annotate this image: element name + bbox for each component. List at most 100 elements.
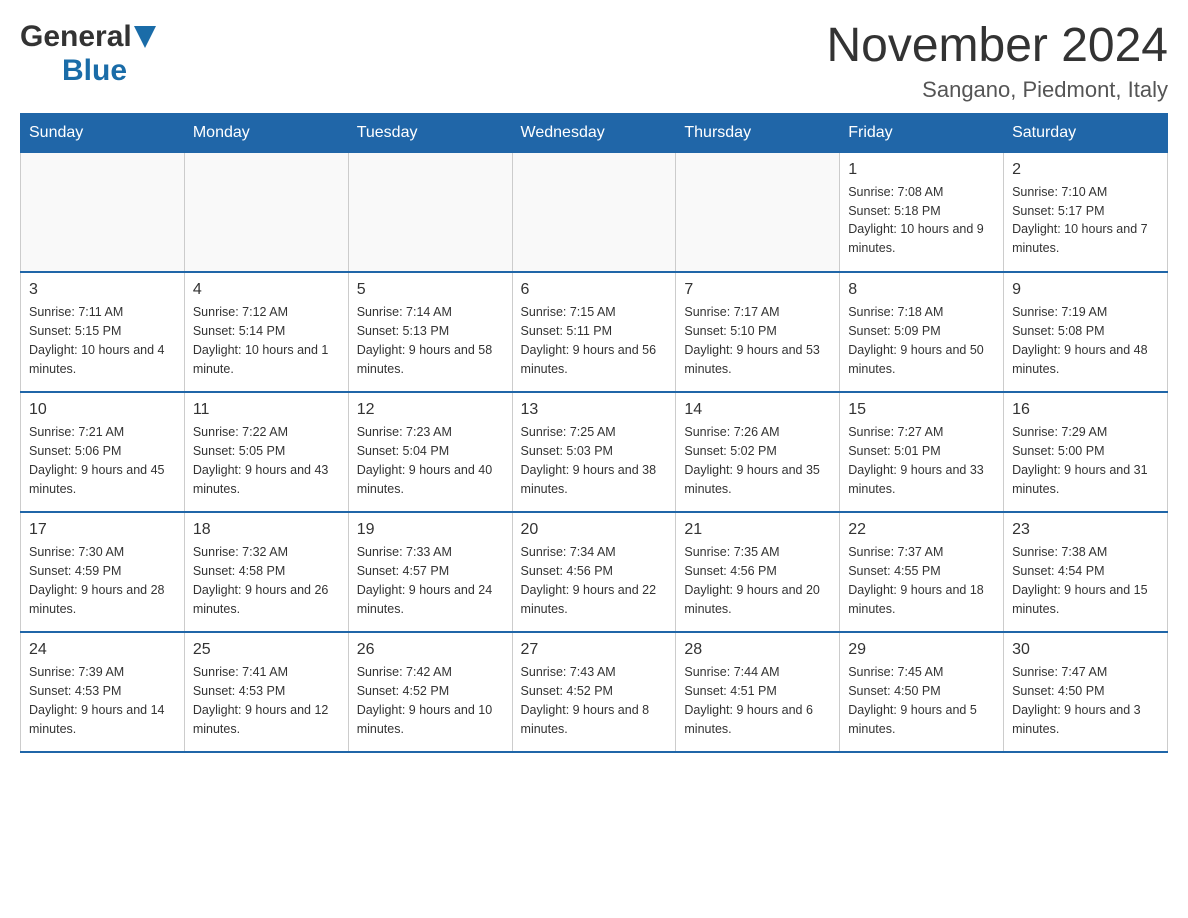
day-number: 1 (848, 161, 995, 179)
table-row: 22 Sunrise: 7:37 AMSunset: 4:55 PMDayligh… (840, 512, 1004, 632)
day-number: 6 (521, 281, 668, 299)
col-saturday: Saturday (1004, 113, 1168, 152)
calendar-week-row: 17 Sunrise: 7:30 AMSunset: 4:59 PMDayligh… (21, 512, 1168, 632)
day-number: 24 (29, 641, 176, 659)
day-number: 10 (29, 401, 176, 419)
day-detail: Sunrise: 7:45 AMSunset: 4:50 PMDaylight:… (848, 663, 995, 738)
table-row: 29 Sunrise: 7:45 AMSunset: 4:50 PMDayligh… (840, 632, 1004, 752)
day-number: 8 (848, 281, 995, 299)
day-number: 19 (357, 521, 504, 539)
day-number: 30 (1012, 641, 1159, 659)
logo-blue-text: Blue (62, 54, 127, 87)
col-monday: Monday (184, 113, 348, 152)
day-detail: Sunrise: 7:15 AMSunset: 5:11 PMDaylight:… (521, 303, 668, 378)
calendar-table: Sunday Monday Tuesday Wednesday Thursday… (20, 113, 1168, 754)
calendar-week-row: 1Sunrise: 7:08 AMSunset: 5:18 PMDaylight… (21, 152, 1168, 272)
table-row: 21Sunrise: 7:35 AMSunset: 4:56 PMDayligh… (676, 512, 840, 632)
table-row (21, 152, 185, 272)
col-tuesday: Tuesday (348, 113, 512, 152)
col-friday: Friday (840, 113, 1004, 152)
day-number: 17 (29, 521, 176, 539)
day-number: 21 (684, 521, 831, 539)
day-number: 27 (521, 641, 668, 659)
table-row: 14 Sunrise: 7:26 AMSunset: 5:02 PMDayligh… (676, 392, 840, 512)
day-number: 26 (357, 641, 504, 659)
day-number: 11 (193, 401, 340, 419)
table-row: 8 Sunrise: 7:18 AMSunset: 5:09 PMDaylight… (840, 272, 1004, 392)
day-number: 5 (357, 281, 504, 299)
table-row (348, 152, 512, 272)
day-detail: Sunrise: 7:37 AMSunset: 4:55 PMDaylight:… (848, 543, 995, 618)
col-thursday: Thursday (676, 113, 840, 152)
day-detail: Sunrise: 7:23 AMSunset: 5:04 PMDaylight:… (357, 423, 504, 498)
day-detail: Sunrise: 7:38 AMSunset: 4:54 PMDaylight:… (1012, 543, 1159, 618)
table-row: 7 Sunrise: 7:17 AMSunset: 5:10 PMDaylight… (676, 272, 840, 392)
day-detail: Sunrise: 7:27 AMSunset: 5:01 PMDaylight:… (848, 423, 995, 498)
day-detail: Sunrise: 7:34 AMSunset: 4:56 PMDaylight:… (521, 543, 668, 618)
day-detail: Sunrise: 7:21 AMSunset: 5:06 PMDaylight:… (29, 423, 176, 498)
day-detail: Sunrise: 7:42 AMSunset: 4:52 PMDaylight:… (357, 663, 504, 738)
day-number: 18 (193, 521, 340, 539)
day-detail: Sunrise: 7:26 AMSunset: 5:02 PMDaylight:… (684, 423, 831, 498)
day-number: 20 (521, 521, 668, 539)
col-sunday: Sunday (21, 113, 185, 152)
calendar-header-row: Sunday Monday Tuesday Wednesday Thursday… (21, 113, 1168, 152)
table-row: 15 Sunrise: 7:27 AMSunset: 5:01 PMDayligh… (840, 392, 1004, 512)
day-detail: Sunrise: 7:12 AMSunset: 5:14 PMDaylight:… (193, 303, 340, 378)
day-number: 23 (1012, 521, 1159, 539)
table-row (184, 152, 348, 272)
day-detail: Sunrise: 7:32 AMSunset: 4:58 PMDaylight:… (193, 543, 340, 618)
table-row: 25Sunrise: 7:41 AMSunset: 4:53 PMDayligh… (184, 632, 348, 752)
table-row: 11 Sunrise: 7:22 AMSunset: 5:05 PMDayligh… (184, 392, 348, 512)
day-number: 13 (521, 401, 668, 419)
day-detail: Sunrise: 7:30 AMSunset: 4:59 PMDaylight:… (29, 543, 176, 618)
day-number: 29 (848, 641, 995, 659)
table-row (676, 152, 840, 272)
day-detail: Sunrise: 7:10 AMSunset: 5:17 PMDaylight:… (1012, 183, 1159, 258)
table-row: 3Sunrise: 7:11 AMSunset: 5:15 PMDaylight… (21, 272, 185, 392)
table-row (512, 152, 676, 272)
table-row: 27 Sunrise: 7:43 AMSunset: 4:52 PMDayligh… (512, 632, 676, 752)
table-row: 9 Sunrise: 7:19 AMSunset: 5:08 PMDaylight… (1004, 272, 1168, 392)
day-detail: Sunrise: 7:44 AMSunset: 4:51 PMDaylight:… (684, 663, 831, 738)
day-number: 28 (684, 641, 831, 659)
logo: General Blue (20, 20, 156, 88)
day-detail: Sunrise: 7:43 AMSunset: 4:52 PMDaylight:… (521, 663, 668, 738)
table-row: 23 Sunrise: 7:38 AMSunset: 4:54 PMDayligh… (1004, 512, 1168, 632)
logo-triangle-icon (134, 26, 156, 53)
day-number: 22 (848, 521, 995, 539)
calendar-week-row: 24Sunrise: 7:39 AMSunset: 4:53 PMDayligh… (21, 632, 1168, 752)
table-row: 28 Sunrise: 7:44 AMSunset: 4:51 PMDayligh… (676, 632, 840, 752)
day-number: 15 (848, 401, 995, 419)
day-number: 9 (1012, 281, 1159, 299)
calendar-subtitle: Sangano, Piedmont, Italy (826, 77, 1168, 103)
day-detail: Sunrise: 7:47 AMSunset: 4:50 PMDaylight:… (1012, 663, 1159, 738)
day-number: 7 (684, 281, 831, 299)
calendar-title: November 2024 (826, 20, 1168, 73)
table-row: 16Sunrise: 7:29 AMSunset: 5:00 PMDayligh… (1004, 392, 1168, 512)
title-section: November 2024 Sangano, Piedmont, Italy (826, 20, 1168, 103)
table-row: 24Sunrise: 7:39 AMSunset: 4:53 PMDayligh… (21, 632, 185, 752)
table-row: 19Sunrise: 7:33 AMSunset: 4:57 PMDayligh… (348, 512, 512, 632)
day-number: 12 (357, 401, 504, 419)
table-row: 12 Sunrise: 7:23 AMSunset: 5:04 PMDayligh… (348, 392, 512, 512)
day-number: 14 (684, 401, 831, 419)
day-detail: Sunrise: 7:22 AMSunset: 5:05 PMDaylight:… (193, 423, 340, 498)
day-detail: Sunrise: 7:18 AMSunset: 5:09 PMDaylight:… (848, 303, 995, 378)
day-detail: Sunrise: 7:25 AMSunset: 5:03 PMDaylight:… (521, 423, 668, 498)
logo-general-text: General (20, 20, 132, 54)
col-wednesday: Wednesday (512, 113, 676, 152)
table-row: 20 Sunrise: 7:34 AMSunset: 4:56 PMDayligh… (512, 512, 676, 632)
day-number: 4 (193, 281, 340, 299)
table-row: 13 Sunrise: 7:25 AMSunset: 5:03 PMDayligh… (512, 392, 676, 512)
table-row: 1Sunrise: 7:08 AMSunset: 5:18 PMDaylight… (840, 152, 1004, 272)
day-detail: Sunrise: 7:17 AMSunset: 5:10 PMDaylight:… (684, 303, 831, 378)
day-detail: Sunrise: 7:19 AMSunset: 5:08 PMDaylight:… (1012, 303, 1159, 378)
calendar-week-row: 10 Sunrise: 7:21 AMSunset: 5:06 PMDayligh… (21, 392, 1168, 512)
table-row: 10 Sunrise: 7:21 AMSunset: 5:06 PMDayligh… (21, 392, 185, 512)
table-row: 18 Sunrise: 7:32 AMSunset: 4:58 PMDayligh… (184, 512, 348, 632)
table-row: 5Sunrise: 7:14 AMSunset: 5:13 PMDaylight… (348, 272, 512, 392)
table-row: 2Sunrise: 7:10 AMSunset: 5:17 PMDaylight… (1004, 152, 1168, 272)
day-number: 25 (193, 641, 340, 659)
day-detail: Sunrise: 7:29 AMSunset: 5:00 PMDaylight:… (1012, 423, 1159, 498)
